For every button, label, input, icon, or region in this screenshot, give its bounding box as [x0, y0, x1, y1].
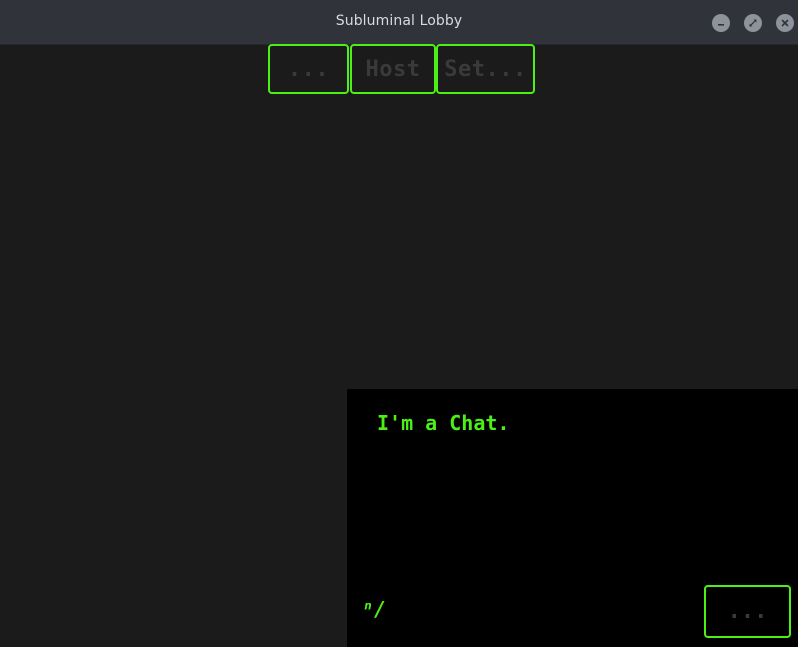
more-button[interactable]: ...: [268, 44, 349, 94]
minimize-button[interactable]: [712, 14, 730, 32]
maximize-icon: [749, 19, 757, 27]
maximize-button[interactable]: [744, 14, 762, 32]
app-window: Subluminal Lobby ... Host Set... I'm a C…: [0, 0, 798, 647]
title-bar[interactable]: Subluminal Lobby: [0, 0, 798, 45]
settings-button[interactable]: Set...: [436, 44, 535, 94]
chat-message: I'm a Chat.: [377, 411, 510, 435]
close-button[interactable]: [776, 14, 794, 32]
close-icon: [781, 19, 789, 27]
chat-input-prompt[interactable]: ⁿ/: [362, 597, 386, 621]
chat-panel: I'm a Chat. ⁿ/ ...: [347, 389, 798, 647]
window-title: Subluminal Lobby: [335, 13, 463, 29]
minimize-icon: [718, 24, 724, 26]
chat-send-button[interactable]: ...: [704, 585, 791, 638]
host-button[interactable]: Host: [350, 44, 436, 94]
